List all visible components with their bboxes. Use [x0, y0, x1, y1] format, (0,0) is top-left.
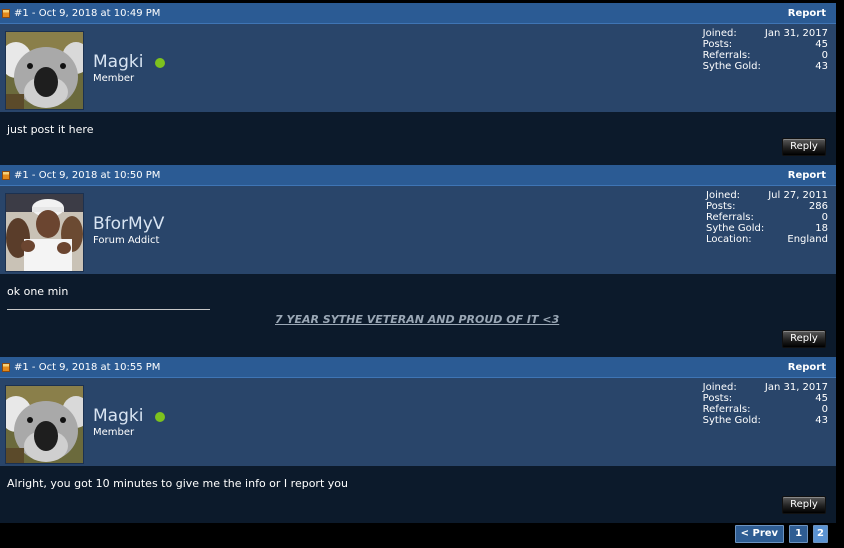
signature-text: 7 YEAR SYTHE VETERAN AND PROUD OF IT <3: [275, 313, 560, 326]
stat-value: 43: [815, 61, 828, 72]
reply-button[interactable]: Reply: [782, 138, 826, 156]
page-link-1[interactable]: 1: [789, 525, 809, 543]
prev-page-button[interactable]: < Prev: [734, 525, 785, 543]
username[interactable]: Magki: [93, 406, 166, 426]
stat-label: Sythe Gold:: [702, 61, 761, 72]
post-meta: #1 - Oct 9, 2018 at 10:49 PM: [14, 7, 161, 19]
stat-label: Joined:: [702, 382, 737, 393]
stat-label: Joined:: [702, 28, 737, 39]
stat-label: Sythe Gold:: [706, 223, 765, 234]
post-message: ok one min: [7, 285, 69, 298]
user-title: Member: [93, 73, 135, 84]
stat-label: Sythe Gold:: [702, 415, 761, 426]
avatar[interactable]: [5, 193, 84, 272]
post-header: #1 - Oct 9, 2018 at 10:49 PM Report: [0, 3, 836, 24]
koala-avatar-icon: [6, 32, 83, 109]
stat-value: 286: [808, 201, 828, 212]
pagination: < Prev 1 2: [734, 525, 828, 543]
reply-button[interactable]: Reply: [782, 496, 826, 514]
post-meta: #1 - Oct 9, 2018 at 10:55 PM: [14, 361, 161, 373]
stat-label: Referrals:: [706, 212, 754, 223]
user-stats: Joined: Jul 27, 2011 Posts: 286 Referrals:…: [706, 190, 828, 245]
user-panel: Magki Member Joined: Jan 31, 2017 Posts: 4…: [0, 378, 836, 466]
stat-label: Posts:: [706, 201, 736, 212]
post-body: just post it here Reply: [0, 112, 836, 165]
username-text[interactable]: Magki: [93, 406, 143, 426]
stat-label: Posts:: [702, 393, 733, 404]
stat-value: Jul 27, 2011: [768, 190, 828, 201]
user-title: Member: [93, 427, 135, 438]
page-link-current[interactable]: 2: [813, 525, 828, 543]
stat-label: Posts:: [702, 39, 733, 50]
username-text[interactable]: Magki: [93, 52, 143, 72]
user-stats: Joined: Jan 31, 2017 Posts: 45 Referrals: 0…: [703, 382, 828, 426]
koala-avatar-icon: [6, 386, 83, 463]
post-message: Alright, you got 10 minutes to give me t…: [7, 477, 348, 490]
post-meta: #1 - Oct 9, 2018 at 10:50 PM: [14, 169, 161, 181]
post: #1 - Oct 9, 2018 at 10:55 PM Report Magk…: [0, 357, 836, 523]
stat-label: Location:: [706, 234, 752, 245]
stat-value: 45: [815, 39, 828, 50]
online-status-icon: [155, 58, 166, 68]
post: #1 - Oct 9, 2018 at 10:50 PM Report Bfor…: [0, 165, 836, 357]
report-link[interactable]: Report: [788, 170, 826, 181]
stat-value: 0: [821, 50, 828, 61]
username[interactable]: Magki: [93, 52, 166, 72]
stat-value: England: [787, 234, 828, 245]
stat-value: 0: [821, 212, 828, 223]
stat-value: Jan 31, 2017: [764, 382, 828, 393]
post: #1 - Oct 9, 2018 at 10:49 PM Report Magk…: [0, 3, 836, 165]
stat-value: Jan 31, 2017: [764, 28, 828, 39]
reply-button[interactable]: Reply: [782, 330, 826, 348]
stat-value: 18: [815, 223, 828, 234]
report-link[interactable]: Report: [788, 8, 826, 19]
post-status-icon: [2, 8, 10, 18]
post-body: ok one min 7 YEAR SYTHE VETERAN AND PROU…: [0, 274, 836, 357]
user-stats: Joined: Jan 31, 2017 Posts: 45 Referrals: 0…: [703, 28, 828, 72]
post-status-icon: [2, 362, 10, 372]
online-status-icon: [155, 412, 166, 422]
post-body: Alright, you got 10 minutes to give me t…: [0, 466, 836, 523]
stat-label: Referrals:: [702, 404, 751, 415]
stat-value: 45: [815, 393, 828, 404]
signature-divider: [7, 309, 210, 310]
username[interactable]: BforMyV: [93, 214, 164, 234]
user-panel: Magki Member Joined: Jan 31, 2017 Posts: 4…: [0, 24, 836, 112]
post-header: #1 - Oct 9, 2018 at 10:55 PM Report: [0, 357, 836, 378]
stat-label: Referrals:: [702, 50, 751, 61]
avatar[interactable]: [5, 31, 84, 110]
post-message: just post it here: [7, 123, 94, 136]
username-text[interactable]: BforMyV: [93, 214, 164, 234]
stat-label: Joined:: [706, 190, 741, 201]
stat-value: 0: [821, 404, 828, 415]
user-title: Forum Addict: [93, 235, 160, 246]
report-link[interactable]: Report: [788, 362, 826, 373]
avatar[interactable]: [5, 385, 84, 464]
post-status-icon: [2, 170, 10, 180]
stat-value: 43: [815, 415, 828, 426]
user-panel: BforMyV Forum Addict Joined: Jul 27, 2011…: [0, 186, 836, 274]
man-white-cap-avatar-icon: [6, 194, 83, 271]
post-header: #1 - Oct 9, 2018 at 10:50 PM Report: [0, 165, 836, 186]
